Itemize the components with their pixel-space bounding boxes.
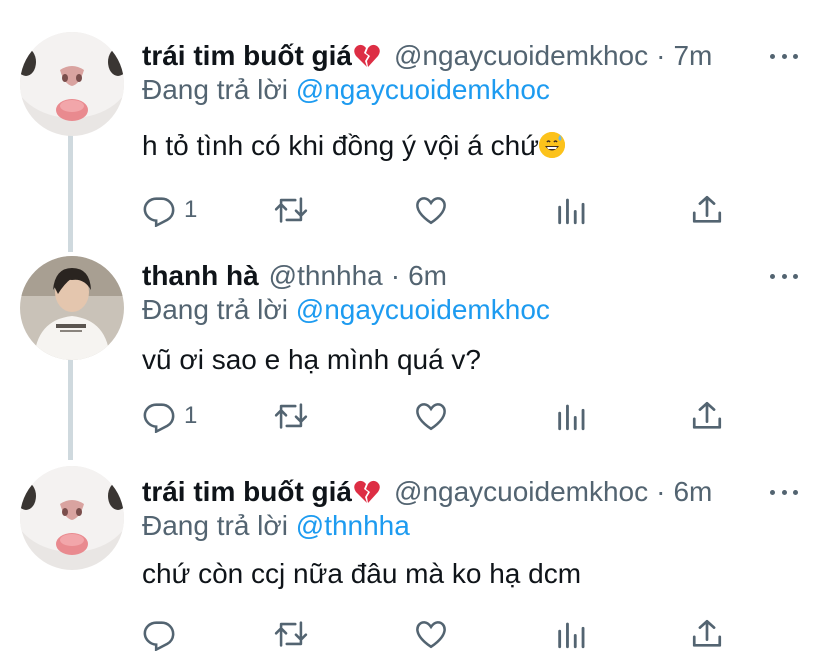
share-button[interactable]	[690, 396, 724, 436]
analytics-button[interactable]	[554, 396, 588, 436]
tweet-header: trái tim buốt giá @ngaycuoidemkhoc · 7m	[142, 36, 712, 76]
tweet-text-body: chứ còn ccj nữa đâu mà ko hạ dcm	[142, 558, 582, 589]
more-icon[interactable]	[770, 46, 798, 66]
share-icon	[692, 619, 722, 647]
display-name[interactable]: trái tim buốt giá	[142, 40, 352, 72]
reply-icon	[143, 621, 175, 651]
share-icon	[692, 401, 722, 429]
separator: ·	[656, 40, 666, 71]
tweet[interactable]: trái tim buốt giá @ngaycuoidemkhoc · 6m …	[0, 466, 828, 665]
user-handle[interactable]: @thnhha	[269, 260, 383, 292]
tweet[interactable]: thanh hà @thnhha · 6m Đang trả lời @ngay…	[0, 256, 828, 446]
tweet-text-body: vũ ơi sao e hạ mình quá v?	[142, 344, 482, 375]
mention-link[interactable]: @ngaycuoidemkhoc	[296, 294, 550, 325]
tweet-header: trái tim buốt giá @ngaycuoidemkhoc · 6m	[142, 472, 712, 512]
reply-icon	[143, 197, 175, 227]
retweet-button[interactable]	[274, 614, 308, 654]
analytics-icon	[558, 622, 585, 649]
timestamp[interactable]: 6m	[673, 476, 712, 508]
tweet-actions: 1	[142, 190, 742, 230]
replying-to: Đang trả lời @ngaycuoidemkhoc	[142, 294, 550, 326]
user-handle[interactable]: @ngaycuoidemkhoc	[394, 476, 648, 508]
heart-icon	[416, 403, 446, 431]
timestamp[interactable]: 6m	[408, 260, 447, 292]
reply-button[interactable]: 1	[142, 190, 197, 230]
mention-link[interactable]: @thnhha	[296, 510, 410, 541]
tweet[interactable]: trái tim buốt giá @ngaycuoidemkhoc · 7m …	[0, 32, 828, 242]
tweet-text-body: h tỏ tình có khi đồng ý vội á chứ	[142, 130, 539, 161]
replying-to-label: Đang trả lời	[142, 510, 288, 541]
share-icon	[692, 195, 722, 223]
tweet-header: thanh hà @thnhha · 6m	[142, 256, 447, 296]
like-button[interactable]	[414, 190, 448, 230]
more-icon[interactable]	[770, 266, 798, 286]
mention-link[interactable]: @ngaycuoidemkhoc	[296, 74, 550, 105]
reply-icon	[143, 403, 175, 433]
tweet-text: vũ ơi sao e hạ mình quá v?	[142, 344, 481, 376]
display-name[interactable]: thanh hà	[142, 260, 259, 292]
retweet-icon	[274, 403, 308, 429]
more-icon[interactable]	[770, 482, 798, 502]
person-avatar-icon[interactable]	[20, 256, 124, 360]
share-button[interactable]	[690, 190, 724, 230]
replying-to: Đang trả lời @thnhha	[142, 510, 410, 542]
reply-count: 1	[184, 402, 198, 429]
like-button[interactable]	[414, 614, 448, 654]
reply-button[interactable]: 1	[142, 396, 197, 436]
reply-count: 1	[184, 196, 198, 223]
user-handle[interactable]: @ngaycuoidemkhoc	[394, 40, 648, 72]
replying-to: Đang trả lời @ngaycuoidemkhoc	[142, 74, 550, 106]
display-name[interactable]: trái tim buốt giá	[142, 476, 352, 508]
separator: ·	[656, 476, 666, 507]
share-button[interactable]	[690, 614, 724, 654]
timestamp[interactable]: 7m	[673, 40, 712, 72]
replying-to-label: Đang trả lời	[142, 294, 288, 325]
analytics-icon	[558, 198, 585, 225]
cat-avatar-icon[interactable]	[20, 32, 124, 136]
reply-button[interactable]	[142, 614, 184, 654]
like-button[interactable]	[414, 396, 448, 436]
broken-heart-emoji-icon	[354, 480, 380, 504]
grinning-sweat-emoji-icon	[538, 132, 565, 158]
tweet-actions	[142, 614, 742, 654]
retweet-button[interactable]	[274, 396, 308, 436]
analytics-button[interactable]	[554, 614, 588, 654]
separator: ·	[390, 260, 401, 291]
retweet-button[interactable]	[274, 190, 308, 230]
tweet-actions: 1	[142, 396, 742, 436]
retweet-icon	[274, 621, 308, 647]
retweet-icon	[274, 197, 308, 223]
heart-icon	[416, 197, 446, 225]
broken-heart-emoji-icon	[354, 44, 380, 68]
tweet-text: chứ còn ccj nữa đâu mà ko hạ dcm	[142, 558, 581, 590]
analytics-button[interactable]	[554, 190, 588, 230]
analytics-icon	[558, 404, 585, 431]
cat-avatar-icon[interactable]	[20, 466, 124, 570]
heart-icon	[416, 621, 446, 649]
replying-to-label: Đang trả lời	[142, 74, 288, 105]
tweet-text: h tỏ tình có khi đồng ý vội á chứ	[142, 130, 565, 162]
